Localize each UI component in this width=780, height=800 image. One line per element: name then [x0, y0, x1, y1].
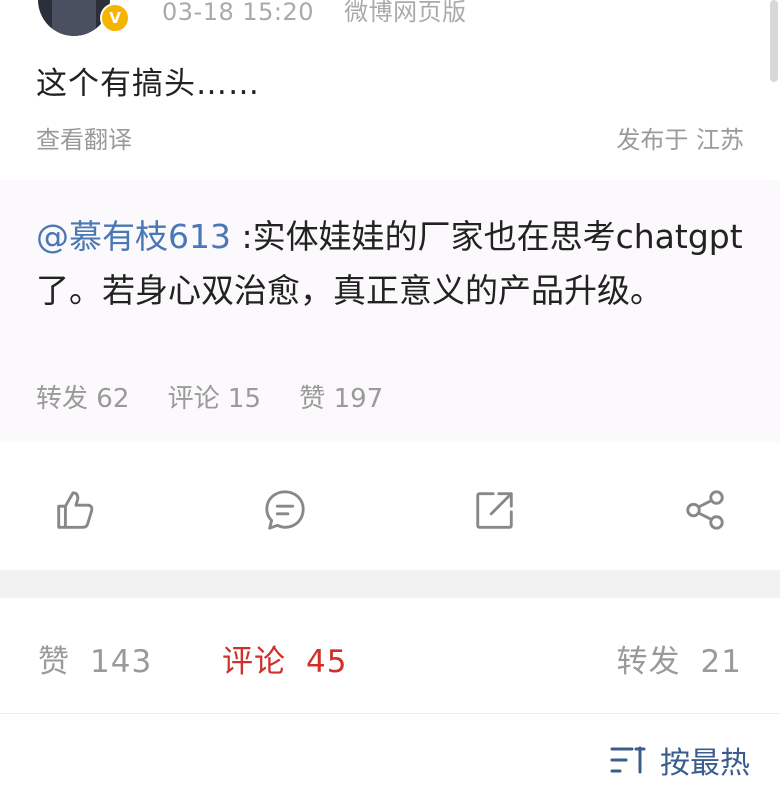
repost-card[interactable]: @慕有枝613 :实体娃娃的厂家也在思考chatgpt了。若身心双治愈，真正意义…: [0, 180, 780, 442]
sort-label: 按最热: [660, 746, 750, 781]
sort-icon: [610, 746, 646, 774]
divider: [0, 713, 780, 714]
tab-comments-count: 45: [306, 644, 348, 680]
share-button[interactable]: [670, 475, 740, 545]
post-header: V 03-18 15:20 微博网页版: [0, 0, 780, 40]
post-location: 发布于 江苏: [616, 126, 744, 154]
tab-reposts-label: 转发: [616, 644, 681, 680]
tab-likes-label: 赞: [38, 644, 70, 680]
interaction-tabs: 赞 143 评论 45 转发 21: [0, 598, 780, 713]
repost-like-stat[interactable]: 赞 197: [299, 384, 383, 414]
repost-text: @慕有枝613 :实体娃娃的厂家也在思考chatgpt了。若身心双治愈，真正意义…: [36, 210, 756, 318]
action-bar: [0, 475, 780, 545]
comment-icon: [265, 490, 305, 530]
repost-forward-count: 62: [96, 384, 130, 414]
post-time: 03-18 15:20: [162, 0, 315, 26]
repost-button[interactable]: [460, 475, 530, 545]
repost-like-count: 197: [333, 384, 384, 414]
repost-forward-label: 转发: [36, 384, 89, 414]
repost-like-label: 赞: [299, 384, 326, 414]
repost-comment-label: 评论: [167, 384, 220, 414]
tab-comments-label: 评论: [222, 644, 286, 680]
comment-button[interactable]: [250, 475, 320, 545]
thumbs-up-icon: [57, 491, 94, 529]
post-text: 这个有搞头……: [36, 66, 260, 102]
sort-toggle[interactable]: 按最热: [610, 738, 750, 782]
post-meta: 03-18 15:20 微博网页版: [162, 0, 489, 27]
repost-forward-stat[interactable]: 转发 62: [36, 384, 129, 414]
tab-likes[interactable]: 赞 143: [38, 636, 152, 681]
like-button[interactable]: [40, 475, 110, 545]
post-source[interactable]: 微博网页版: [344, 0, 467, 26]
verified-badge-icon: V: [100, 3, 130, 33]
tab-likes-count: 143: [90, 644, 153, 680]
repost-icon: [476, 492, 513, 529]
tab-reposts[interactable]: 转发 21: [617, 636, 742, 681]
repost-comment-stat[interactable]: 评论 15: [168, 384, 261, 414]
mention-link[interactable]: @慕有枝613: [36, 217, 231, 256]
translate-link[interactable]: 查看翻译: [36, 120, 132, 155]
tab-comments[interactable]: 评论 45: [222, 636, 347, 681]
share-icon: [686, 490, 724, 530]
repost-stats: 转发 62 评论 15 赞 197: [36, 378, 413, 415]
tab-reposts-count: 21: [700, 644, 742, 680]
repost-comment-count: 15: [227, 384, 262, 414]
section-divider: [0, 570, 780, 598]
